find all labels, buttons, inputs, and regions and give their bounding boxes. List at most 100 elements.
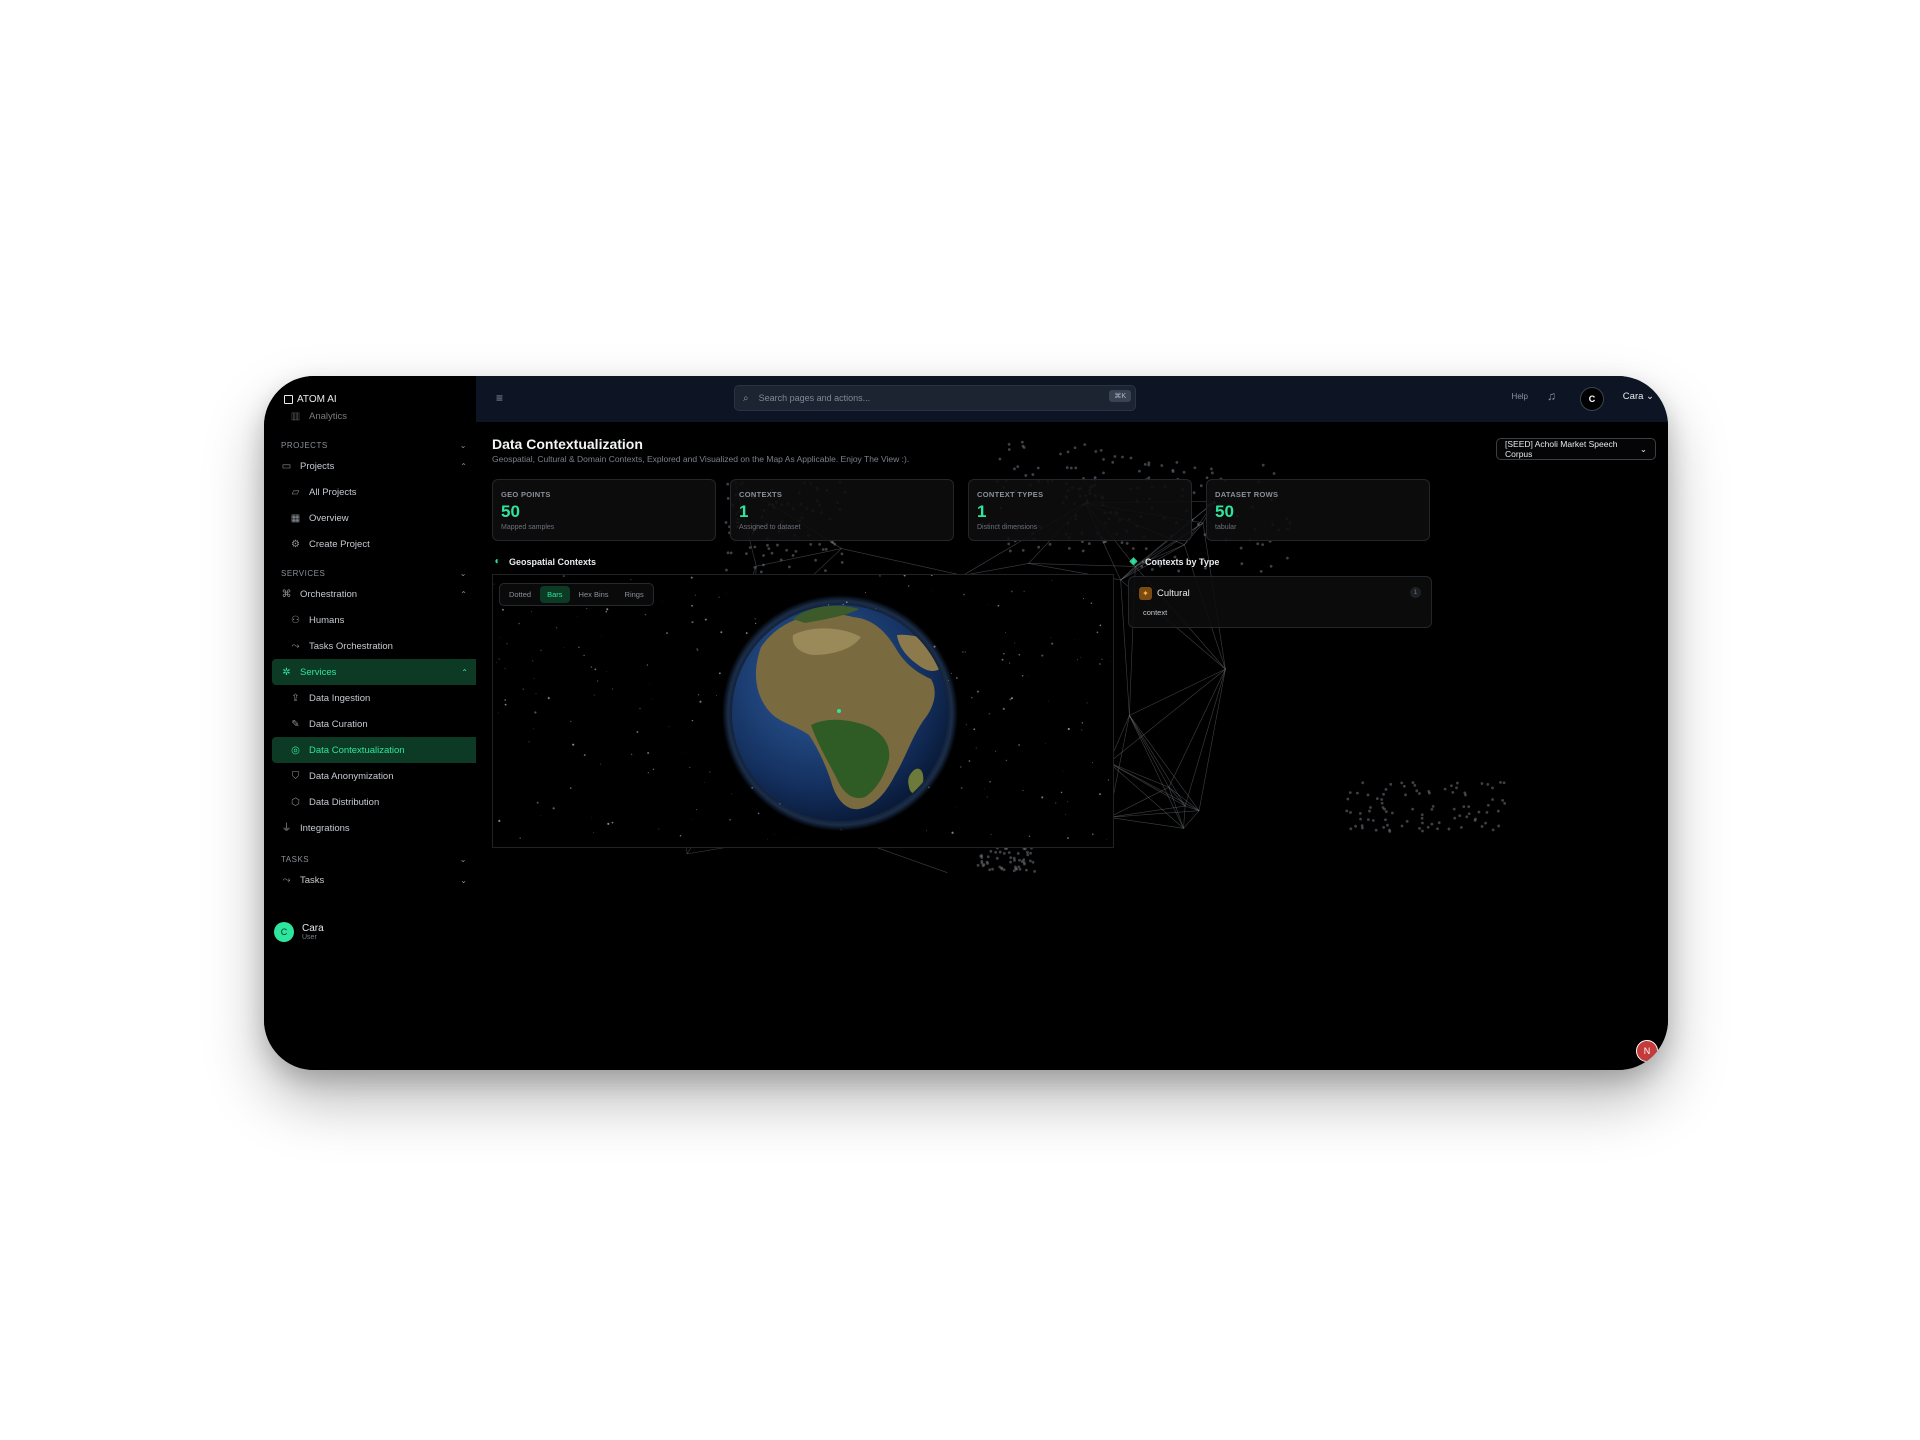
star [960,787,963,790]
dataset-select[interactable]: [SEED] Acholi Market Speech Corpus ⌄ [1496,438,1656,460]
next-devtools-button[interactable]: N [1636,1040,1658,1062]
map-dot [1366,793,1370,797]
user-menu[interactable]: Cara ⌄ [1623,391,1654,402]
star [697,649,699,651]
map-dot [1007,442,1011,446]
section-header-projects[interactable]: PROJECTS ⌄ [281,441,467,450]
section-header-tasks[interactable]: TASKS ⌄ [281,855,467,864]
map-dot [1420,816,1424,820]
hamburger-menu-icon[interactable]: ≡ [496,392,508,404]
sidebar-item-all-projects[interactable]: ▱ All Projects [290,479,467,505]
map-dot [1031,473,1035,476]
sidebar-item-integrations[interactable]: ⏚ Integrations [281,815,467,841]
sidebar-item-data-ingestion[interactable]: ⇪ Data Ingestion [290,685,467,711]
map-dot [1016,852,1020,855]
sidebar-item-tasks-orchestration[interactable]: ⤳ Tasks Orchestration [290,633,467,659]
map-dot [1025,868,1028,872]
package-icon: ⬡ [291,796,300,808]
tab-rings[interactable]: Rings [618,586,651,603]
tab-dotted[interactable]: Dotted [502,586,538,603]
star [1051,642,1054,645]
map-dot [1239,546,1243,550]
network-line [1129,715,1184,829]
contexts-heading: ◈ Contexts by Type [1128,556,1220,567]
network-line [1198,669,1226,811]
map-dot [1002,868,1006,872]
star [718,596,720,598]
tab-bars[interactable]: Bars [540,586,570,603]
sidebar-item-data-distribution[interactable]: ⬡ Data Distribution [290,789,467,815]
star [547,697,550,700]
map-dot [1421,821,1424,825]
sidebar-item-humans[interactable]: ⚇ Humans [290,607,467,633]
map-dot [770,551,774,555]
map-dot [1437,821,1441,825]
grid-icon: ▦ [290,512,301,524]
map-dot [1382,792,1385,796]
star [591,816,592,818]
map-dot [1008,549,1012,553]
bell-icon[interactable]: ♫ [1547,389,1556,403]
sidebar-item-label: Data Contextualization [309,744,405,756]
star [955,806,957,808]
star [519,837,521,839]
brand-logo[interactable]: ATOM AI [284,394,337,405]
tab-hex-bins[interactable]: Hex Bins [572,586,616,603]
sidebar-item-orchestration[interactable]: ⌘ Orchestration ⌃ [281,581,468,607]
star [794,838,795,839]
map-dot [1421,829,1424,833]
context-card-cultural[interactable]: ✦ Cultural context 1 [1128,576,1432,628]
map-dot [759,570,763,574]
star [597,680,599,682]
globe-panel[interactable]: Dotted Bars Hex Bins Rings [492,574,1114,848]
sidebar-item-analytics[interactable]: ▥ Analytics [290,410,467,422]
map-dot [1015,867,1019,871]
help-link[interactable]: Help [1512,392,1528,401]
sidebar-item-projects[interactable]: ▭ Projects ⌃ [281,453,467,479]
geo-point-marker [837,709,841,713]
avatar[interactable]: C [1580,387,1604,411]
user-profile[interactable]: C Cara User [274,922,324,942]
user-name: Cara [1622,391,1644,402]
map-dot [1485,810,1489,814]
sidebar-item-data-curation[interactable]: ✎ Data Curation [290,711,467,737]
sidebar-item-data-contextualization[interactable]: ◎ Data Contextualization [272,737,480,763]
sidebar-item-overview[interactable]: ▦ Overview [290,505,467,531]
search-bar[interactable]: ⌕ ⌘K [734,385,1136,411]
sidebar-item-services[interactable]: ✲ Services ⌃ [272,659,480,685]
map-dot [1210,467,1213,471]
section-header-services[interactable]: SERVICES ⌄ [281,569,467,578]
network-line [1129,668,1226,716]
sidebar-item-tasks[interactable]: ⤳ Tasks ⌄ [281,867,468,893]
shield-icon: ⛉ [291,770,300,782]
map-dot [725,568,728,572]
star [531,611,532,613]
map-dot [1016,465,1020,469]
sidebar-item-create-project[interactable]: ⚙ Create Project [290,531,467,557]
star [652,768,655,770]
map-dot [1477,810,1481,814]
map-dot [1002,852,1006,855]
star [1018,653,1021,656]
layers-icon: ◈ [1129,556,1138,567]
map-dot [1426,825,1430,829]
search-input[interactable] [756,392,1091,404]
sidebar-item-data-anonymization[interactable]: ⛉ Data Anonymization [290,763,467,789]
map-dot [824,569,827,573]
star [987,604,989,606]
star [498,712,499,714]
star [1081,722,1084,724]
map-dot [1285,556,1289,560]
stat-value: 1 [739,502,749,521]
avatar: C [274,922,294,942]
star [679,834,682,837]
upload-icon: ⇪ [291,692,300,704]
star [976,690,980,693]
map-dot [1474,817,1477,821]
globe-visualization[interactable] [493,575,1113,847]
map-dot [814,558,817,562]
map-dot [1384,810,1388,814]
star [576,616,578,618]
map-dot [998,457,1002,461]
star [504,699,506,701]
